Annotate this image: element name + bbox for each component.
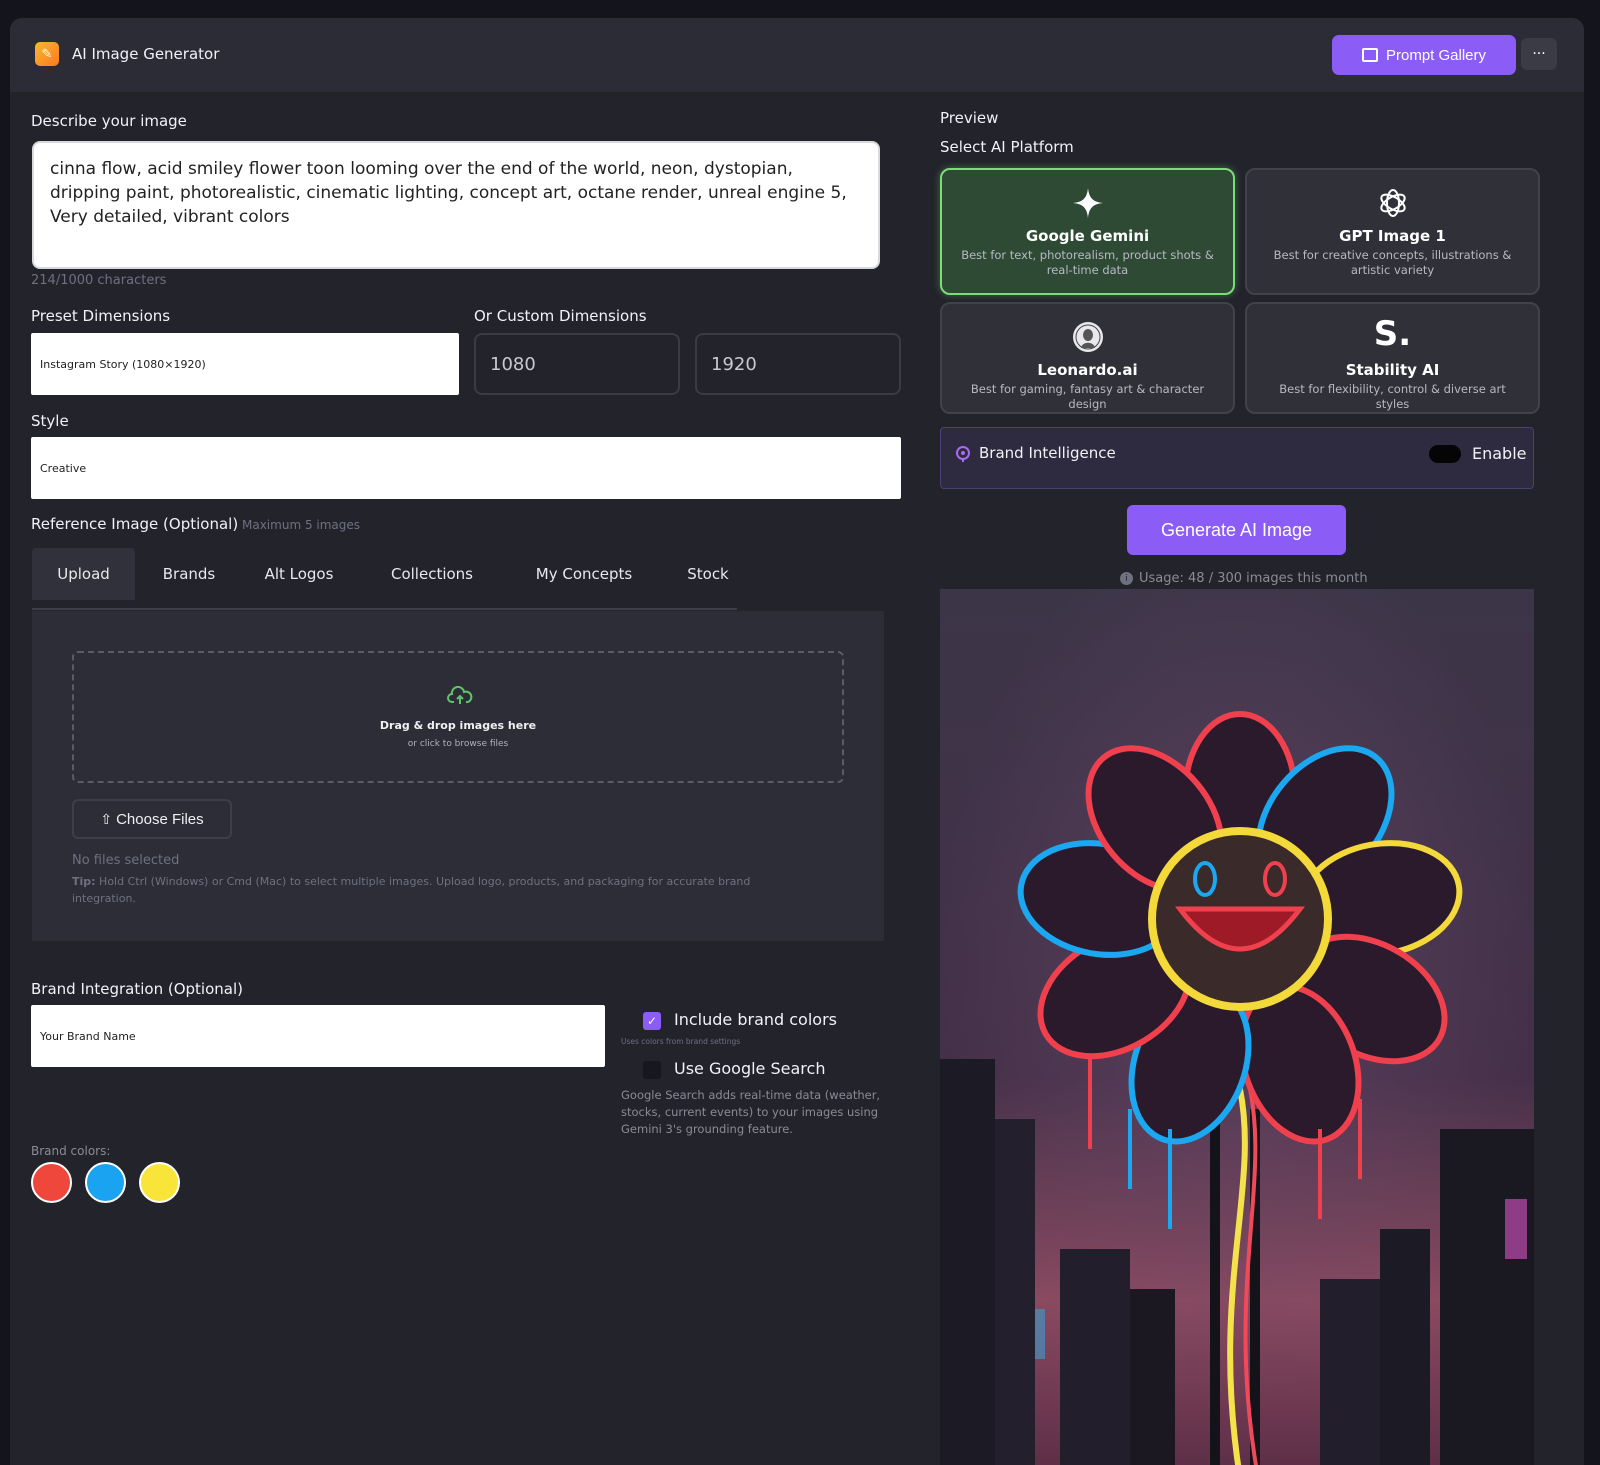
google-search-desc: Google Search adds real-time data (weath… (621, 1088, 881, 1136)
more-icon: ··· (1532, 46, 1546, 62)
reference-hint: Maximum 5 images (242, 518, 361, 532)
reference-label: Reference Image (Optional) (31, 515, 239, 533)
platform-card-stability[interactable]: S. Stability AI Best for flexibility, co… (1245, 302, 1540, 414)
platform-desc: Best for flexibility, control & diverse … (1279, 382, 1506, 411)
platform-desc: Best for text, photorealism, product sho… (961, 248, 1214, 277)
prompt-gallery-label: Prompt Gallery (1385, 46, 1487, 64)
brand-intelligence-label: Brand Intelligence (979, 444, 1116, 462)
no-files-text: No files selected (72, 853, 180, 868)
platform-name: GPT Image 1 (1339, 227, 1446, 245)
tab-brands[interactable]: Brands (144, 548, 234, 600)
custom-dimensions-label: Or Custom Dimensions (474, 307, 647, 325)
platform-card-gpt-image[interactable]: GPT Image 1 Best for creative concepts, … (1245, 168, 1540, 295)
brand-color-swatch-blue[interactable] (85, 1162, 126, 1203)
describe-label: Describe your image (31, 112, 187, 130)
drop-title: Drag & drop images here (379, 719, 537, 732)
brand-integration-label: Brand Integration (Optional) (31, 980, 243, 998)
prompt-gallery-button[interactable]: Prompt Gallery (1332, 35, 1516, 75)
reference-tabs: Upload Brands Alt Logos Collections My C… (32, 548, 737, 610)
brand-color-swatch-red[interactable] (31, 1162, 72, 1203)
sparkle-icon (1072, 188, 1103, 218)
upload-arrow-icon: ⇧ (100, 810, 113, 827)
choose-files-label: Choose Files (116, 810, 204, 828)
tab-upload[interactable]: Upload (32, 548, 135, 600)
preset-dimensions-label: Preset Dimensions (31, 307, 171, 325)
style-label: Style (31, 412, 69, 430)
platform-name: Stability AI (1345, 361, 1440, 379)
tab-collections[interactable]: Collections (365, 548, 499, 600)
platform-card-google-gemini[interactable]: Google Gemini Best for text, photorealis… (940, 168, 1235, 295)
app-window: ✎ AI Image Generator Prompt Gallery ··· … (10, 18, 1584, 1465)
google-search-label: Use Google Search (674, 1059, 826, 1078)
tip-text: Hold Ctrl (Windows) or Cmd (Mac) to sele… (72, 875, 751, 905)
upload-panel: Drag & drop images here or click to brow… (32, 611, 884, 941)
info-icon: i (1120, 572, 1133, 585)
stability-icon: S. (1373, 314, 1412, 354)
usage-info: i Usage: 48 / 300 images this month (1120, 571, 1368, 586)
cloud-upload-icon (447, 685, 473, 704)
generated-image-preview (940, 589, 1534, 1465)
brand-colors-label: Brand colors: (31, 1144, 111, 1158)
platform-card-leonardo[interactable]: Leonardo.ai Best for gaming, fantasy art… (940, 302, 1235, 414)
brand-intelligence-enable-label: Enable (1472, 444, 1527, 463)
platform-name: Leonardo.ai (1037, 361, 1138, 379)
title-bar: ✎ AI Image Generator Prompt Gallery ··· (10, 18, 1584, 92)
platform-desc: Best for creative concepts, illustration… (1273, 248, 1512, 277)
char-count: 214/1000 characters (31, 273, 167, 288)
app-logo-icon: ✎ (35, 42, 59, 66)
include-brand-colors-checkbox[interactable]: ✓ (643, 1012, 661, 1030)
gallery-icon (1361, 48, 1378, 62)
tab-my-concepts[interactable]: My Concepts (509, 548, 659, 600)
preview-label: Preview (940, 109, 999, 127)
platform-name: Google Gemini (1025, 227, 1150, 245)
upload-tip: Tip: Hold Ctrl (Windows) or Cmd (Mac) to… (72, 873, 802, 907)
brand-color-swatch-yellow[interactable] (139, 1162, 180, 1203)
generate-ai-image-button[interactable]: Generate AI Image (1127, 505, 1346, 555)
drop-zone[interactable]: Drag & drop images here or click to brow… (72, 651, 844, 783)
platform-desc: Best for gaming, fantasy art & character… (970, 382, 1205, 411)
brain-icon (956, 446, 970, 462)
include-brand-colors-label: Include brand colors (674, 1010, 837, 1029)
custom-width-input[interactable]: 1080 (474, 333, 680, 395)
generated-image (940, 589, 1534, 1465)
preset-dimensions-select[interactable]: Instagram Story (1080×1920) (31, 333, 459, 395)
style-select[interactable]: Creative (31, 437, 901, 499)
tab-stock[interactable]: Stock (668, 548, 748, 600)
brand-name-input[interactable]: Your Brand Name (31, 1005, 605, 1067)
tip-label: Tip: (72, 875, 96, 888)
tab-alt-logos[interactable]: Alt Logos (244, 548, 354, 600)
include-brand-colors-sub: Uses colors from brand settings (621, 1037, 741, 1046)
prompt-textarea[interactable]: cinna flow, acid smiley flower toon loom… (32, 141, 880, 269)
select-platform-label: Select AI Platform (940, 138, 1074, 156)
drop-subtitle: or click to browse files (407, 739, 509, 749)
more-options-button[interactable]: ··· (1521, 38, 1557, 70)
leonardo-icon (1072, 322, 1103, 352)
usage-text: Usage: 48 / 300 images this month (1139, 571, 1368, 586)
brand-intelligence-toggle[interactable] (1429, 445, 1461, 463)
openai-icon (1379, 189, 1406, 217)
google-search-checkbox[interactable] (643, 1061, 661, 1079)
choose-files-button[interactable]: ⇧ Choose Files (72, 799, 232, 839)
custom-height-input[interactable]: 1920 (695, 333, 901, 395)
brand-intelligence-bar: Brand Intelligence Enable (940, 427, 1534, 489)
app-title: AI Image Generator (72, 45, 220, 63)
